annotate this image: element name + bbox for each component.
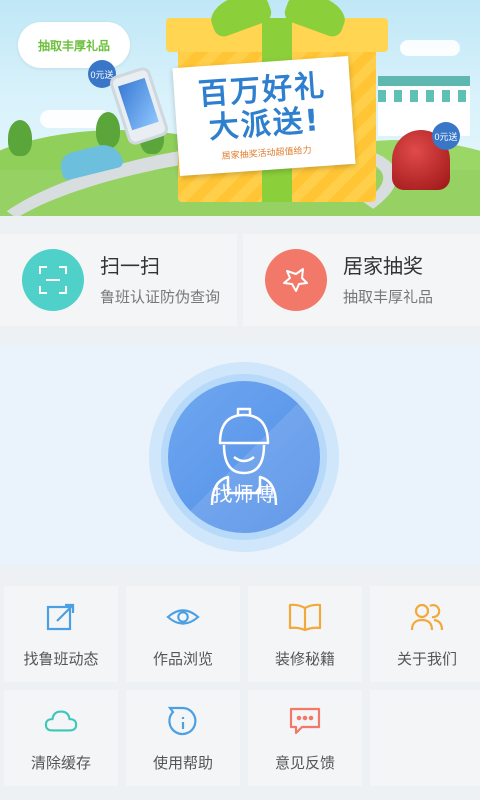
find-master-button[interactable]: 找师傅: [168, 381, 320, 533]
find-master-section: 找师傅: [0, 344, 480, 566]
star-draw-icon: [265, 249, 327, 311]
cloud-decoration: [400, 40, 460, 56]
people-icon: [410, 600, 444, 634]
tree-decoration: [96, 112, 120, 148]
grid-item-label: 关于我们: [396, 650, 457, 668]
grid-item-label: 意见反馈: [274, 754, 335, 772]
book-icon: [288, 600, 322, 634]
tree-decoration: [8, 120, 32, 156]
promo-bubble: 抽取丰厚礼品: [18, 22, 130, 68]
promo-banner[interactable]: 抽取丰厚礼品 0元送 百万好礼 大派送! 居家抽奖活动超值给力 0元送: [0, 0, 480, 216]
lottery-card[interactable]: 居家抽奖 抽取丰厚礼品: [243, 234, 480, 326]
eye-icon: [166, 600, 200, 634]
grid-item-label: 清除缓存: [30, 754, 91, 772]
lottery-subtitle: 抽取丰厚礼品: [343, 288, 434, 306]
feature-grid: 找鲁班动态 作品浏览 装修秘籍 关于我们 清除缓存 使用帮助 意见反馈: [0, 580, 480, 800]
find-master-label: 找师傅: [212, 484, 276, 506]
lottery-title: 居家抽奖: [343, 255, 423, 278]
grid-item-label: 作品浏览: [152, 650, 213, 668]
quick-actions: 扫一扫 鲁班认证防伪查询 居家抽奖 抽取丰厚礼品: [0, 226, 480, 330]
grid-item-tips[interactable]: 装修秘籍: [248, 586, 362, 682]
grid-item-label: 使用帮助: [152, 754, 213, 772]
grid-item-empty: [370, 690, 480, 786]
edit-icon: [44, 600, 78, 634]
grid-item-feedback[interactable]: 意见反馈: [248, 690, 362, 786]
promo-caption: 居家抽奖活动超值给力: [221, 144, 312, 161]
grid-item-label: 找鲁班动态: [23, 650, 99, 668]
grid-item-help[interactable]: 使用帮助: [126, 690, 240, 786]
help-icon: [166, 704, 200, 738]
worker-icon: [168, 381, 320, 533]
cloud-icon: [44, 704, 78, 738]
scan-card[interactable]: 扫一扫 鲁班认证防伪查询: [0, 234, 237, 326]
promo-headline-card: 百万好礼 大派送! 居家抽奖活动超值给力: [172, 55, 356, 177]
feedback-icon: [288, 704, 322, 738]
scan-icon: [22, 249, 84, 311]
grid-item-about[interactable]: 关于我们: [370, 586, 480, 682]
promo-bubble-text: 抽取丰厚礼品: [37, 38, 110, 53]
free-tag-right: 0元送: [432, 122, 460, 150]
scan-subtitle: 鲁班认证防伪查询: [100, 288, 221, 306]
grid-item-clear-cache[interactable]: 清除缓存: [4, 690, 118, 786]
grid-item-label: 装修秘籍: [274, 650, 335, 668]
grid-item-works[interactable]: 作品浏览: [126, 586, 240, 682]
scan-title: 扫一扫: [100, 255, 160, 278]
promo-headline-line2: 大派送!: [207, 102, 322, 146]
grid-item-dynamics[interactable]: 找鲁班动态: [4, 586, 118, 682]
